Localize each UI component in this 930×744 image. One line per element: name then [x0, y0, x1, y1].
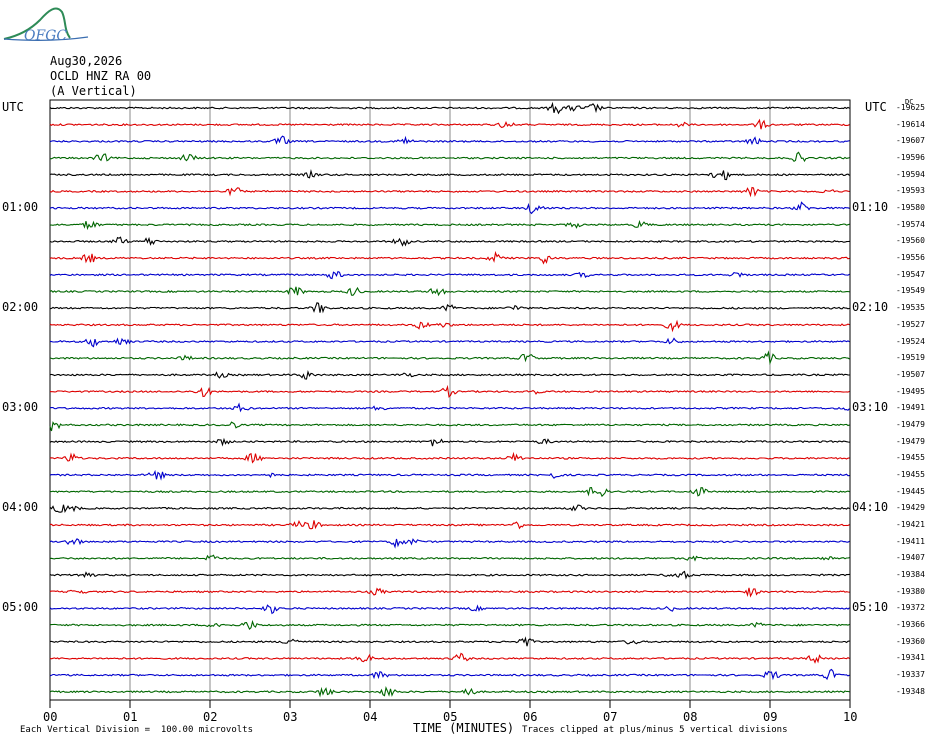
- x-axis: [49, 700, 851, 708]
- right-hour-label: 03:10: [852, 400, 889, 415]
- dc-offset-value: -19479: [896, 419, 925, 429]
- dc-offset-value: -19407: [896, 553, 925, 563]
- x-axis-title: TIME (MINUTES): [413, 721, 515, 735]
- dc-offset-value: -19580: [896, 203, 925, 213]
- dc-offset-value: -19495: [896, 386, 925, 396]
- dc-offset-value: -19519: [896, 353, 925, 363]
- x-tick-label: 03: [283, 710, 298, 724]
- x-tick-label: 09: [763, 710, 778, 724]
- dc-offset-value: -19560: [896, 236, 925, 246]
- dc-offset-value: -19421: [896, 520, 925, 529]
- dc-offset-value: -19547: [896, 269, 925, 279]
- clip-note: Traces clipped at plus/minus 5 vertical …: [522, 725, 788, 735]
- dc-offset-value: -19455: [896, 469, 925, 479]
- dc-offset-value: -19384: [896, 570, 925, 580]
- x-tick-label: 07: [603, 710, 618, 724]
- x-tick-label: 08: [683, 710, 698, 724]
- x-tick-label: 04: [363, 710, 378, 724]
- component-label: (A Vertical): [50, 84, 137, 98]
- logo: OFGC: [3, 7, 89, 44]
- dc-offset-value: -19527: [896, 319, 925, 329]
- x-tick-label: 00: [43, 710, 58, 724]
- dc-offset-value: -19479: [896, 436, 925, 446]
- dc-offset-value: -19348: [896, 686, 925, 696]
- dc-offset-value: -19360: [896, 636, 925, 646]
- dc-offset-value: -19535: [896, 303, 925, 313]
- date-label: Aug30,2026: [50, 54, 123, 68]
- dc-offset-value: -19594: [896, 169, 925, 179]
- right-hour-label: 04:10: [852, 500, 889, 515]
- left-hour-label: 05:00: [2, 600, 39, 615]
- station-label: OCLD HNZ RA 00: [50, 69, 152, 83]
- right-hour-label: 01:10: [852, 200, 889, 215]
- dc-offset-value: -19429: [896, 503, 925, 513]
- dc-offset-value: -19366: [896, 620, 925, 630]
- dc-offset-value: -19574: [896, 219, 925, 229]
- right-hour-label: 02:10: [852, 300, 889, 315]
- dc-offset-value: -19614: [896, 119, 925, 129]
- dc-offset-value: -19524: [896, 336, 925, 346]
- dc-offset-value: -19507: [896, 369, 925, 379]
- scale-note: Each Vertical Division = 100.00 microvol…: [20, 725, 253, 735]
- dc-offset-value: -19549: [896, 286, 925, 296]
- dc-offset-value: -19380: [896, 586, 925, 596]
- dc-offset-value: -19593: [896, 186, 925, 196]
- dc-offset-value: -19411: [896, 536, 925, 546]
- logo-text: OFGC: [24, 28, 67, 44]
- right-hour-label: 05:10: [852, 600, 889, 615]
- x-tick-label: 02: [203, 710, 218, 724]
- chart-grid: [49, 99, 851, 701]
- utc-left-label: UTC: [2, 100, 24, 114]
- dc-offset-value: -19625: [896, 103, 925, 112]
- x-tick-label: 06: [523, 710, 538, 724]
- dc-offset-value: -19491: [896, 403, 925, 413]
- dc-offset-value: -19596: [896, 153, 925, 163]
- left-hour-label: 04:00: [2, 500, 39, 515]
- dc-offset-value: -19455: [896, 453, 925, 463]
- utc-right-label: UTC: [865, 100, 887, 114]
- left-hour-label: 03:00: [2, 400, 39, 415]
- dc-offset-value: -19607: [896, 136, 925, 146]
- x-tick-label: 10: [843, 710, 858, 724]
- dc-offset-value: -19337: [896, 670, 925, 680]
- helicorder-chart: OFGC: [3, 7, 851, 708]
- left-hour-label: 02:00: [2, 300, 39, 315]
- dc-offset-value: -19341: [896, 653, 925, 663]
- dc-offset-value: -19556: [896, 253, 925, 263]
- dc-offset-value: -19372: [896, 603, 925, 613]
- dc-offset-value: -19445: [896, 486, 925, 496]
- x-tick-label: 01: [123, 710, 138, 724]
- left-hour-label: 01:00: [2, 200, 39, 215]
